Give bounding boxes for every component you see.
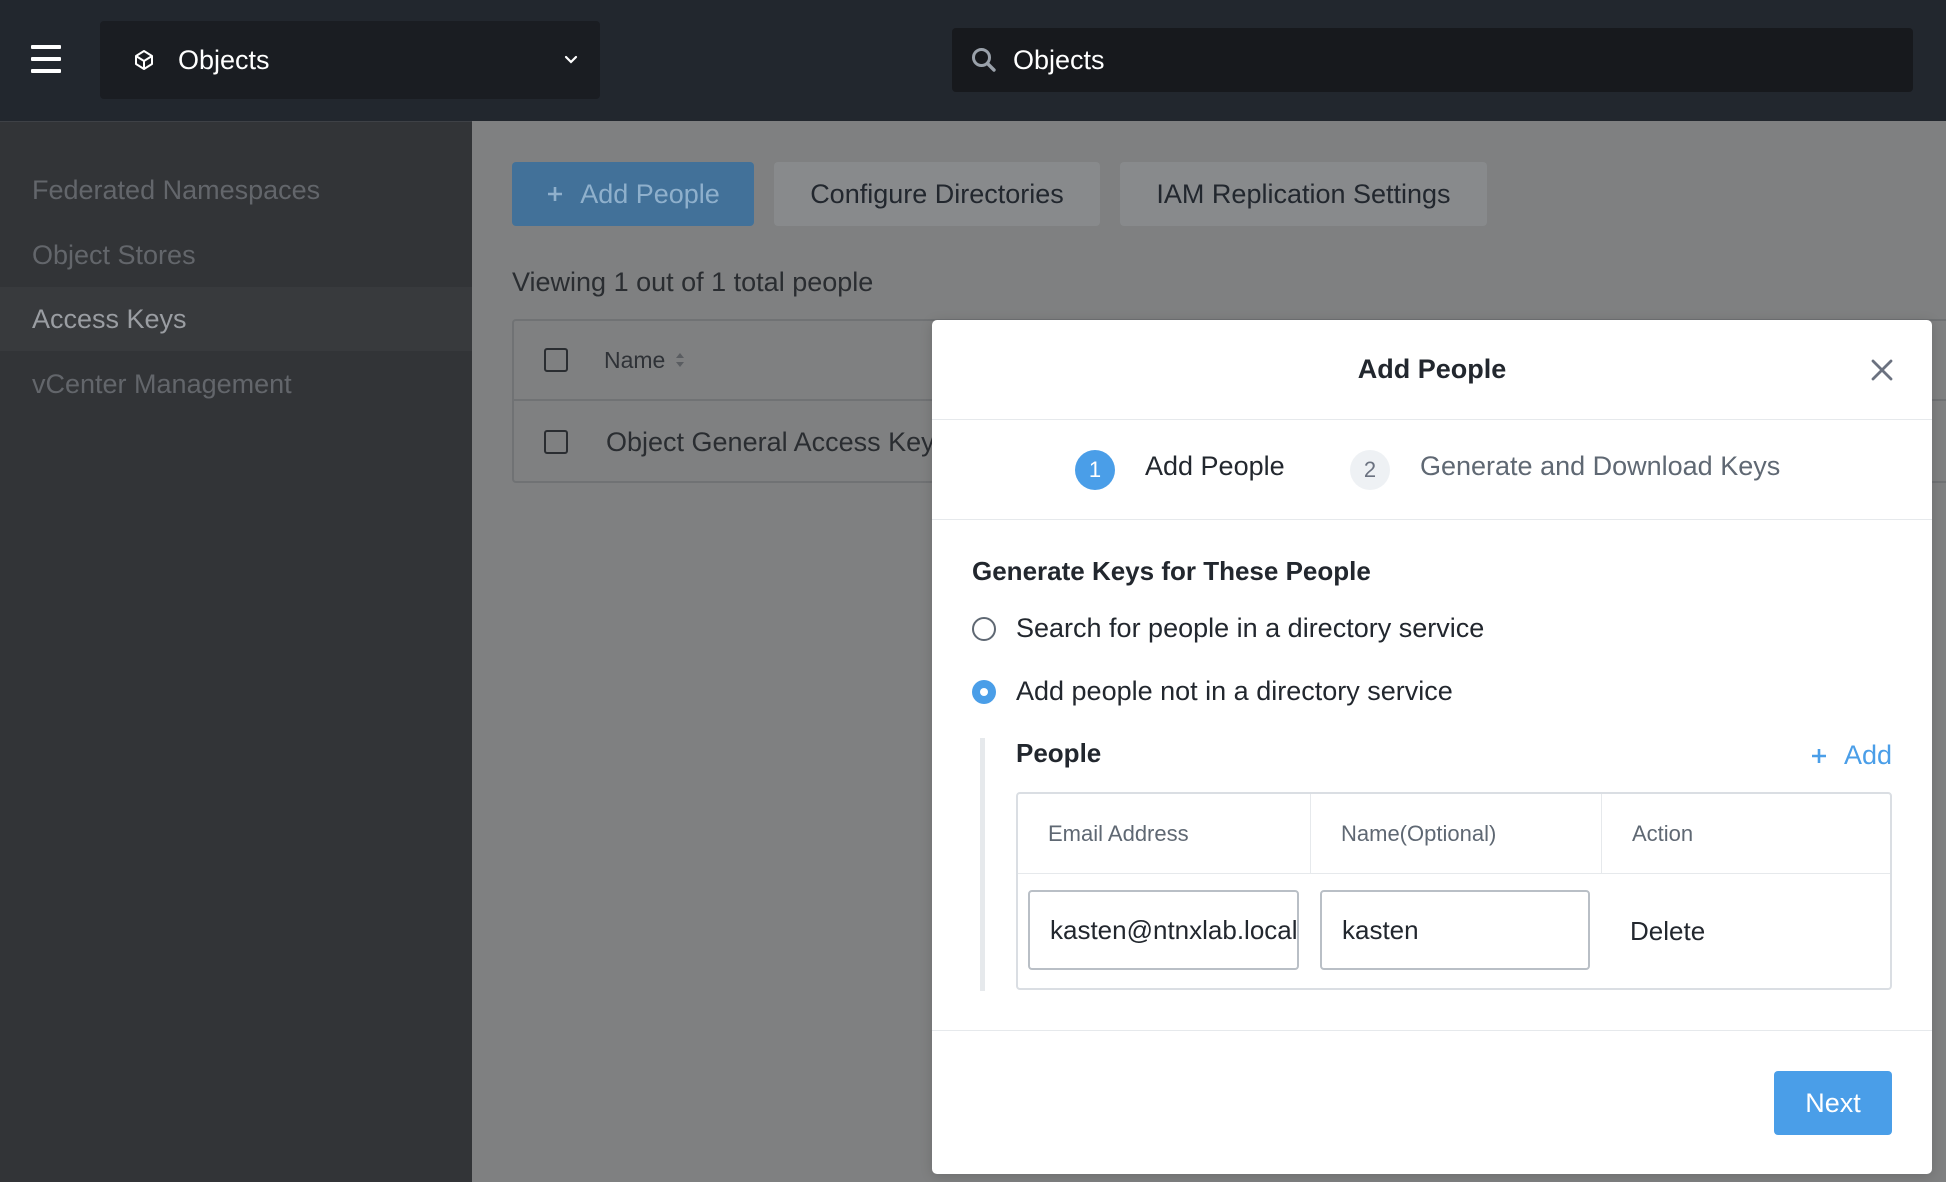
delete-person-button[interactable]: Delete	[1630, 916, 1705, 947]
sidebar: Federated Namespaces Object Stores Acces…	[0, 121, 472, 1182]
modal-footer: Next	[932, 1030, 1932, 1174]
select-all-checkbox[interactable]	[544, 348, 568, 372]
next-button[interactable]: Next	[1774, 1071, 1892, 1135]
global-search	[952, 28, 1913, 92]
row-checkbox[interactable]	[544, 430, 568, 454]
column-header-action: Action	[1601, 794, 1892, 874]
search-input[interactable]	[1013, 44, 1873, 76]
wizard-steps: 1 Add People 2 Generate and Download Key…	[932, 420, 1932, 520]
add-people-button[interactable]: Add People	[512, 162, 754, 226]
search-icon	[972, 48, 996, 72]
row-name: Object General Access Key	[606, 426, 935, 457]
chevron-down-icon	[564, 55, 578, 64]
add-people-modal: Add People 1 Add People 2 Generate and D…	[932, 320, 1932, 1174]
email-field[interactable]	[1028, 890, 1299, 970]
name-field[interactable]	[1320, 890, 1590, 970]
radio-button-checked[interactable]	[972, 679, 996, 704]
sidebar-item-object-stores[interactable]: Object Stores	[0, 223, 472, 287]
radio-label: Add people not in a directory service	[1016, 676, 1453, 706]
configure-directories-button[interactable]: Configure Directories	[774, 162, 1100, 226]
add-person-label: Add	[1843, 740, 1892, 770]
people-entry-table: Email Address Name(Optional) Action Dele…	[1016, 792, 1892, 990]
sort-icon	[676, 353, 685, 367]
modal-header: Add People	[932, 320, 1932, 420]
radio-button[interactable]	[972, 616, 996, 641]
step-2-indicator: 2	[1350, 450, 1390, 490]
app-name: Objects	[178, 44, 270, 75]
hamburger-icon[interactable]	[31, 45, 61, 73]
step-1-indicator: 1	[1075, 450, 1115, 490]
radio-label: Search for people in a directory service	[1016, 613, 1485, 643]
section-title: Generate Keys for These People	[972, 556, 1371, 586]
radio-manual-people[interactable]: Add people not in a directory service	[972, 676, 1453, 707]
add-person-button[interactable]: Add	[1810, 740, 1892, 771]
iam-replication-settings-button[interactable]: IAM Replication Settings	[1120, 162, 1487, 226]
column-header-name-label: Name	[604, 346, 666, 373]
sidebar-item-federated-namespaces[interactable]: Federated Namespaces	[0, 158, 472, 222]
top-navigation-bar: Objects	[0, 0, 1946, 121]
sidebar-item-vcenter-management[interactable]: vCenter Management	[0, 352, 472, 416]
results-count: Viewing 1 out of 1 total people	[512, 267, 874, 297]
plus-icon	[548, 187, 563, 201]
radio-directory-search[interactable]: Search for people in a directory service	[972, 613, 1484, 644]
add-people-label: Add People	[580, 178, 720, 209]
modal-title: Add People	[1357, 354, 1507, 384]
step-1-label: Add People	[1145, 451, 1285, 481]
column-header-name: Name(Optional)	[1310, 794, 1601, 874]
app-switcher-dropdown[interactable]: Objects	[100, 21, 600, 99]
plus-icon	[1811, 748, 1826, 763]
people-table-header: Email Address Name(Optional) Action	[1018, 794, 1890, 874]
sidebar-item-access-keys[interactable]: Access Keys	[0, 287, 472, 351]
objects-icon	[135, 50, 153, 70]
column-header-email: Email Address	[1048, 821, 1189, 846]
column-header-name[interactable]: Name	[604, 347, 685, 374]
close-icon[interactable]	[1868, 356, 1896, 384]
people-section-bar	[980, 738, 985, 991]
people-label: People	[1016, 738, 1102, 768]
step-2-label: Generate and Download Keys	[1420, 451, 1781, 481]
